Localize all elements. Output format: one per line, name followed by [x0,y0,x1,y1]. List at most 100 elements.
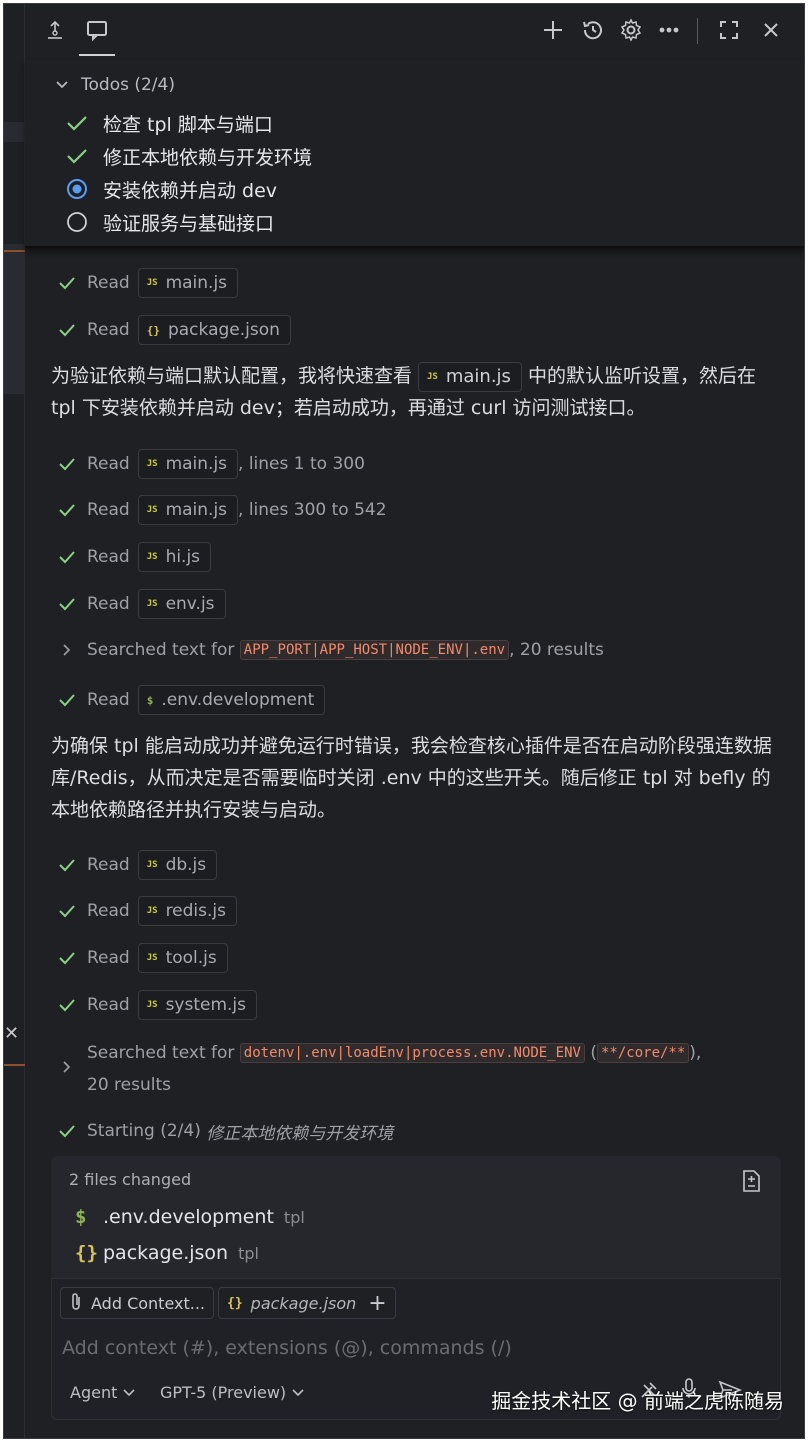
plus-icon[interactable] [537,14,569,46]
starting-label: Starting (2/4) [87,1121,201,1141]
read-label: Read [87,273,130,293]
search-row[interactable]: Searched text for APP_PORT|APP_HOST|NODE… [57,635,604,665]
history-icon[interactable] [577,14,609,46]
chevron-right-icon[interactable] [57,640,77,660]
gutter-strip [4,244,25,394]
model-dropdown[interactable]: GPT-5 (Preview) [160,1383,304,1402]
check-icon [65,144,89,168]
js-file-icon: JS [146,505,158,515]
file-chip[interactable]: JS main.js [137,495,239,525]
check-icon [57,901,77,921]
check-icon [65,111,89,135]
search-row[interactable]: Searched text for dotenv|.env|loadEnv|pr… [57,1038,701,1073]
chat-panel: Todos (2/4) 检查 tpl 脚本与端口 修正本地依赖与开发环境 安装依… [25,4,804,1438]
js-file-icon: JS [146,860,158,870]
search-scope: **/core/** [597,1043,690,1063]
starting-task: 修正本地依赖与开发环境 [206,1123,394,1144]
file-chip[interactable]: JS system.js [137,990,258,1020]
search-results: 20 results [87,1075,171,1095]
todos-header[interactable]: Todos (2/4) [55,74,175,96]
more-icon[interactable] [653,14,685,46]
close-icon[interactable]: ✕ [4,1024,19,1044]
file-chip[interactable]: {} package.json [137,315,291,345]
file-chip[interactable]: JS env.js [137,589,226,619]
read-row: Read JS main.js , lines 1 to 300 [57,449,365,479]
todo-item[interactable]: 验证服务与基础接口 [65,207,274,237]
chevron-down-icon [292,1388,304,1396]
todo-label: 检查 tpl 脚本与端口 [103,113,273,136]
file-chip[interactable]: JS main.js [137,449,239,479]
json-file-icon: {} [75,1242,98,1264]
diff-icon[interactable] [739,1168,763,1198]
js-file-icon: JS [146,1000,158,1010]
read-row: Read JS main.js , lines 300 to 542 [57,495,387,525]
add-context-button[interactable]: Add Context... [60,1287,214,1319]
pin-icon[interactable] [39,14,71,46]
todo-item[interactable]: 修正本地依赖与开发环境 [65,141,312,171]
read-label: Read [87,500,130,520]
panel-header [25,4,804,56]
env-file-icon: $ [146,693,154,707]
todo-item[interactable]: 检查 tpl 脚本与端口 [65,108,273,138]
mode-dropdown[interactable]: Agent [70,1383,135,1402]
read-label: Read [87,594,130,614]
close-icon[interactable] [755,14,787,46]
attached-file-chip[interactable]: {} package.json + [218,1287,396,1319]
paperclip-icon [69,1291,83,1315]
js-file-icon: JS [146,278,158,288]
read-label: Read [87,948,130,968]
plus-icon[interactable]: + [368,1291,386,1316]
check-icon [57,320,77,340]
changed-file[interactable]: $ .env.development tpl [75,1202,305,1232]
check-icon [57,273,77,293]
app-window: ✕ Todos (2/4) 检查 tpl 脚本与端口 修正本地依赖与开发环境 安… [3,3,805,1439]
files-changed-panel: 2 files changed $ .env.development tpl {… [51,1156,781,1278]
read-row: Read JS main.js [57,268,239,298]
file-chip[interactable]: JS hi.js [137,542,212,572]
changed-file[interactable]: {} package.json tpl [75,1238,259,1268]
todos-panel: Todos (2/4) 检查 tpl 脚本与端口 修正本地依赖与开发环境 安装依… [25,60,804,248]
gutter-accent [4,250,25,252]
read-row: Read JS db.js [57,850,218,880]
search-label: Searched text for [87,640,235,660]
file-chip[interactable]: JS redis.js [137,896,237,926]
chevron-right-icon[interactable] [57,1057,77,1077]
file-chip[interactable]: JS main.js [137,268,239,298]
line-range: , lines 1 to 300 [238,454,365,474]
search-results: , 20 results [509,640,604,660]
js-file-icon: JS [146,953,158,963]
line-range: , lines 300 to 542 [238,500,387,520]
chat-icon[interactable] [81,14,113,46]
gutter-strip [4,122,25,142]
read-label: Read [87,901,130,921]
read-label: Read [87,855,130,875]
js-file-icon: JS [427,371,438,382]
read-row: Read JS hi.js [57,542,212,572]
chevron-down-icon[interactable] [55,75,69,95]
search-label: Searched text for [87,1043,235,1063]
chat-input-placeholder[interactable]: Add context (#), extensions (@), command… [62,1337,512,1359]
todos-title: Todos (2/4) [81,75,175,95]
check-icon [57,500,77,520]
file-chip[interactable]: JS tool.js [137,943,228,973]
js-file-icon: JS [146,552,158,562]
todo-item[interactable]: 安装依赖并启动 dev [65,174,277,204]
read-label: Read [87,547,130,567]
file-chip[interactable]: JS main.js [418,361,522,392]
file-chip[interactable]: $ .env.development [137,685,326,715]
js-file-icon: JS [146,599,158,609]
read-row: Read JS tool.js [57,943,228,973]
pending-circle-icon [65,210,89,234]
gear-icon[interactable] [615,14,647,46]
check-icon [57,547,77,567]
file-chip[interactable]: JS db.js [137,850,218,880]
check-icon [57,594,77,614]
editor-gutter: ✕ [4,4,25,1438]
read-label: Read [87,690,130,710]
search-query: dotenv|.env|loadEnv|process.env.NODE_ENV [239,1043,585,1063]
in-progress-icon [65,177,89,201]
read-label: Read [87,454,130,474]
gutter-accent [4,1064,25,1066]
chevron-down-icon [123,1388,135,1396]
maximize-icon[interactable] [713,14,745,46]
